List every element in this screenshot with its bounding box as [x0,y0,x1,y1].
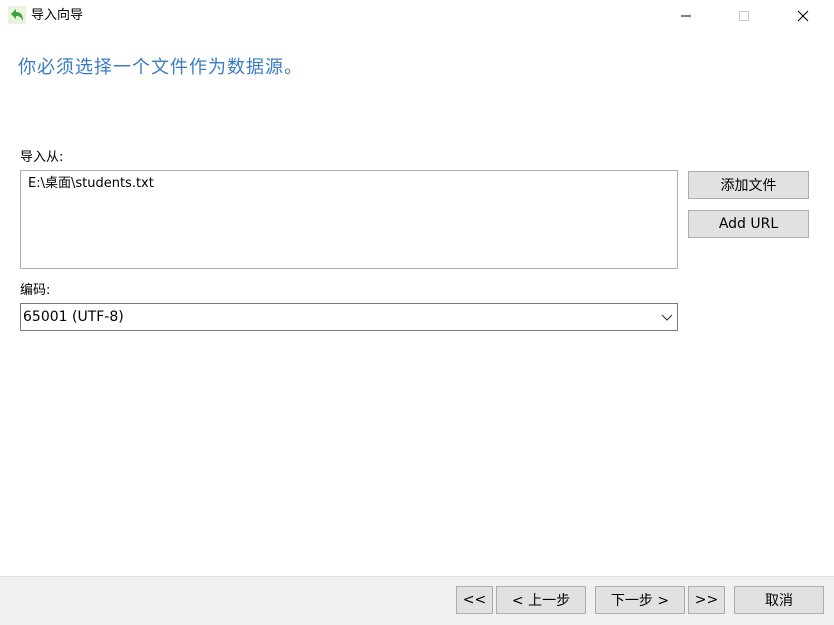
window-title: 导入向导 [31,8,84,23]
import-wizard-window: 导入向导 你必须选择一个文件作为数据源。 导入从: E:\桌面\students… [0,0,834,625]
add-file-button[interactable]: 添加文件 [688,171,809,199]
import-arrow-icon [8,6,26,24]
close-button[interactable] [780,0,826,32]
minimize-button[interactable] [663,0,709,32]
previous-button[interactable]: < 上一步 [496,586,586,614]
minimize-icon [681,15,691,17]
title-bar: 导入向导 [0,0,834,32]
import-from-label: 导入从: [20,150,64,165]
next-button[interactable]: 下一步 > [595,586,685,614]
last-page-button[interactable]: >> [688,586,725,614]
first-page-button[interactable]: << [456,586,493,614]
list-item[interactable]: E:\桌面\students.txt [28,176,154,192]
close-icon [797,10,809,22]
encoding-select[interactable]: 65001 (UTF-8) [20,303,678,331]
encoding-label: 编码: [20,283,51,298]
encoding-selected-value: 65001 (UTF-8) [23,309,124,325]
add-url-button[interactable]: Add URL [688,210,809,238]
maximize-icon [739,11,749,21]
page-heading: 你必须选择一个文件作为数据源。 [18,57,303,78]
maximize-button[interactable] [721,0,767,32]
cancel-button[interactable]: 取消 [734,586,824,614]
chevron-down-icon [661,314,673,321]
file-list[interactable]: E:\桌面\students.txt [20,170,678,269]
